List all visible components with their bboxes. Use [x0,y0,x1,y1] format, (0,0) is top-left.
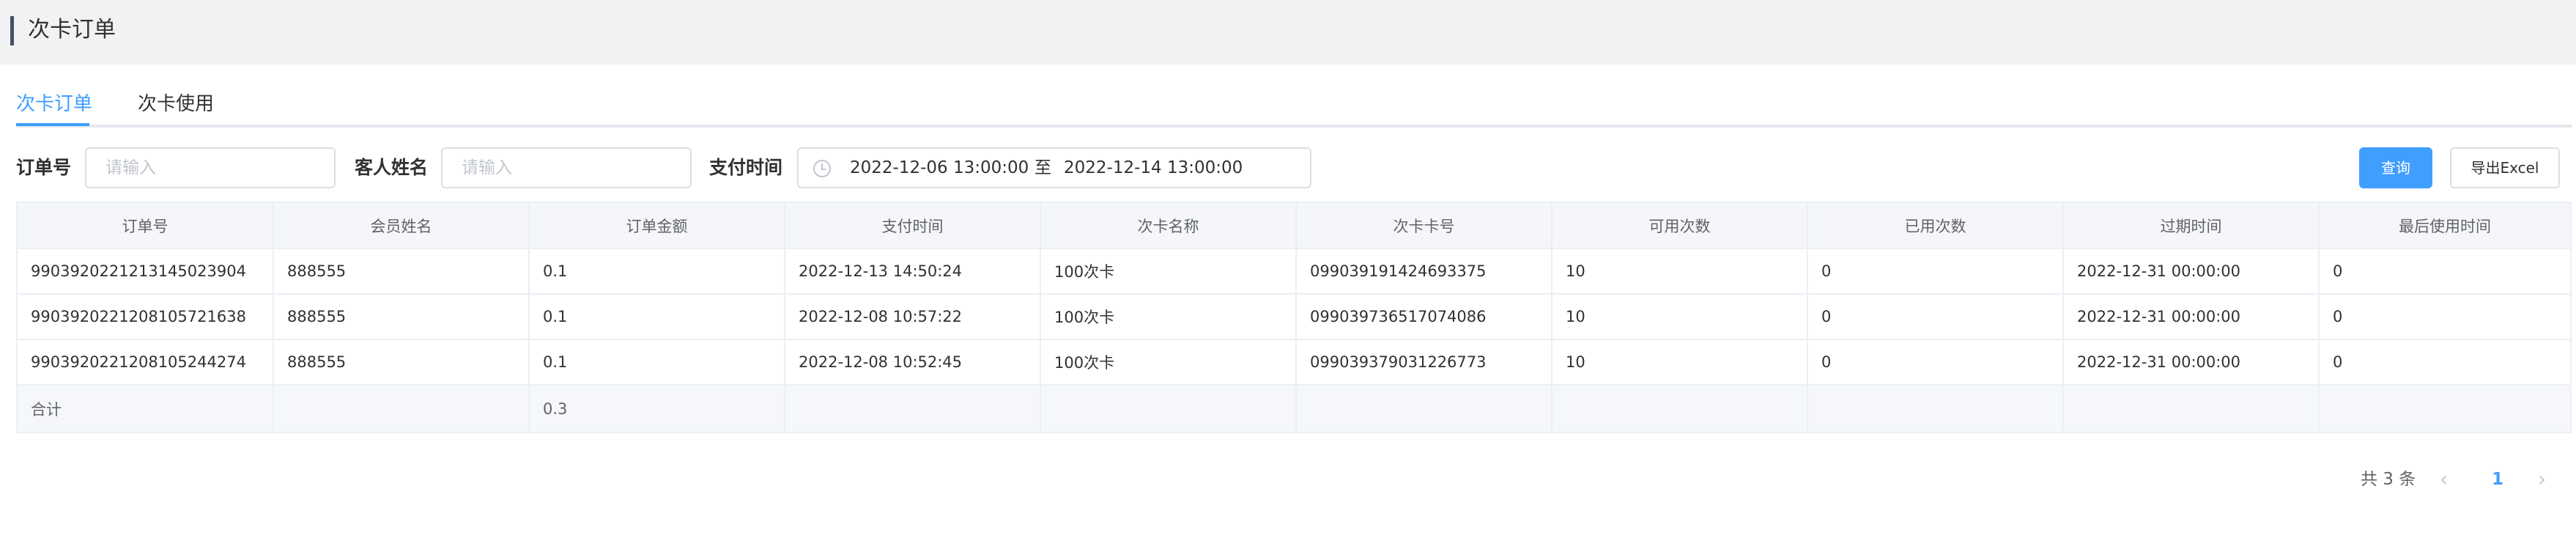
cell-card-name: 100次卡 [1040,339,1297,386]
summary-empty-cell [1552,385,1808,432]
range-separator: 至 [1035,158,1051,177]
cell-card-no: 099039736517074086 [1296,294,1552,340]
pagination-total: 共 3 条 [2361,470,2416,489]
column-header: 订单号 [18,203,274,249]
column-header: 次卡卡号 [1296,203,1552,249]
cell-used-count: 0 [1807,294,2064,340]
range-end-date[interactable]: 2022-12-14 13:00:00 [1064,149,1243,187]
cell-available-count: 10 [1552,339,1808,386]
cell-last-used-time: 0 [2319,294,2570,340]
cell-expire-time: 2022-12-31 00:00:00 [2063,248,2320,295]
clock-icon [813,160,831,177]
summary-empty-cell [1040,385,1297,432]
summary-amount: 0.3 [529,385,785,432]
column-header: 最后使用时间 [2319,203,2570,249]
chevron-right-icon[interactable]: › [2538,465,2546,494]
cell-expire-time: 2022-12-31 00:00:00 [2063,339,2320,386]
column-header: 支付时间 [785,203,1041,249]
summary-empty-cell [2063,385,2320,432]
column-header: 可用次数 [1552,203,1808,249]
tab-card-usage[interactable]: 次卡使用 [138,89,214,119]
active-tab-indicator [16,123,89,126]
summary-empty-cell [273,385,530,432]
cell-pay-time: 2022-12-13 14:50:24 [785,248,1041,295]
cell-member-name: 888555 [273,339,530,386]
pay-time-label: 支付时间 [709,157,783,178]
summary-label: 合计 [18,385,274,432]
cell-used-count: 0 [1807,339,2064,386]
query-button[interactable]: 查询 [2359,147,2432,188]
column-header: 次卡名称 [1040,203,1297,249]
table-header-row: 订单号 会员姓名 订单金额 支付时间 次卡名称 次卡卡号 可用次数 已用次数 过… [18,203,2570,249]
pagination-page-1[interactable]: 1 [2487,465,2509,494]
page-title: 次卡订单 [28,17,116,43]
cell-last-used-time: 0 [2319,339,2570,386]
cell-order-no: 9903920221208105244274 [18,339,274,386]
cell-card-no: 099039379031226773 [1296,339,1552,386]
column-header: 订单金额 [529,203,785,249]
orders-table: 订单号 会员姓名 订单金额 支付时间 次卡名称 次卡卡号 可用次数 已用次数 过… [16,202,2572,433]
summary-empty-cell [2319,385,2570,432]
export-excel-button[interactable]: 导出Excel [2450,147,2560,188]
cell-card-no: 099039191424693375 [1296,248,1552,295]
column-header: 会员姓名 [273,203,530,249]
cell-last-used-time: 0 [2319,248,2570,295]
cell-order-no: 9903920221208105721638 [18,294,274,340]
cell-order-amount: 0.1 [529,339,785,386]
cell-available-count: 10 [1552,248,1808,295]
column-header: 过期时间 [2063,203,2320,249]
title-accent-bar [10,16,14,45]
table-row[interactable]: 9903920221208105244274 888555 0.1 2022-1… [18,339,2570,386]
range-start-date[interactable]: 2022-12-06 13:00:00 [850,149,1029,187]
pay-time-range-picker[interactable]: 2022-12-06 13:00:00 至 2022-12-14 13:00:0… [797,147,1311,188]
summary-row: 合计 0.3 [18,385,2570,432]
cell-member-name: 888555 [273,248,530,295]
cell-order-no: 9903920221213145023904 [18,248,274,295]
tab-card-orders[interactable]: 次卡订单 [16,89,92,119]
cell-used-count: 0 [1807,248,2064,295]
cell-expire-time: 2022-12-31 00:00:00 [2063,294,2320,340]
cell-member-name: 888555 [273,294,530,340]
tab-bar: 次卡订单 次卡使用 [16,86,2572,128]
cell-card-name: 100次卡 [1040,248,1297,295]
summary-empty-cell [1296,385,1552,432]
page-header: 次卡订单 [0,0,2576,65]
customer-name-label: 客人姓名 [355,157,429,178]
customer-name-input[interactable] [441,147,692,188]
cell-order-amount: 0.1 [529,248,785,295]
column-header: 已用次数 [1807,203,2064,249]
cell-card-name: 100次卡 [1040,294,1297,340]
summary-empty-cell [1807,385,2064,432]
table-row[interactable]: 9903920221208105721638 888555 0.1 2022-1… [18,294,2570,340]
chevron-left-icon[interactable]: ‹ [2440,465,2448,494]
cell-pay-time: 2022-12-08 10:57:22 [785,294,1041,340]
order-no-label: 订单号 [16,157,72,178]
cell-pay-time: 2022-12-08 10:52:45 [785,339,1041,386]
order-no-input[interactable] [85,147,336,188]
cell-available-count: 10 [1552,294,1808,340]
summary-empty-cell [785,385,1041,432]
cell-order-amount: 0.1 [529,294,785,340]
table-row[interactable]: 9903920221213145023904 888555 0.1 2022-1… [18,248,2570,295]
